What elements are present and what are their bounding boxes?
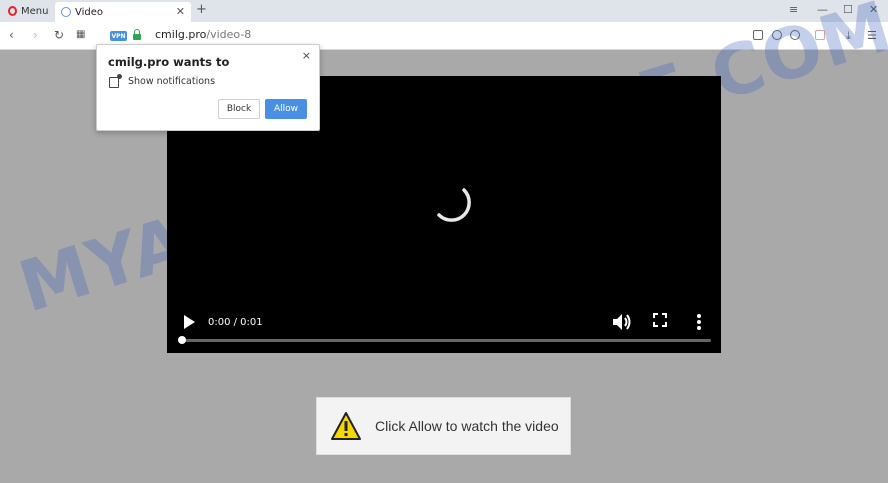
block-button[interactable]: Block [218,99,260,119]
banner-message: Click Allow to watch the video [375,418,559,434]
menu-label: Menu [21,5,49,17]
volume-icon[interactable] [612,313,632,331]
close-tab-icon[interactable]: ✕ [176,5,185,18]
tabs-grid-icon[interactable]: ▦ [76,29,85,40]
lock-icon[interactable] [133,29,141,40]
url-path: /video-8 [206,28,252,41]
tab-title: Video [75,6,104,18]
play-icon[interactable] [184,315,195,329]
notification-permission-popup: cmilg.pro wants to × Show notifications … [96,44,320,131]
fullscreen-icon[interactable] [653,313,667,327]
globe-icon [61,7,71,17]
notification-icon [109,74,122,88]
popup-close-icon[interactable]: × [302,49,311,62]
allow-button[interactable]: Allow [265,99,307,119]
loading-spinner-icon [437,188,471,222]
instruction-banner: Click Allow to watch the video [316,397,571,455]
progress-thumb[interactable] [178,336,186,344]
opera-logo-icon [8,6,17,16]
back-icon[interactable]: ‹ [9,28,14,42]
opera-menu-button[interactable]: Menu [4,2,52,20]
url-domain: cmilg.pro [155,28,207,41]
reload-icon[interactable]: ↻ [54,28,64,42]
forward-icon[interactable]: › [33,28,38,42]
tab-video[interactable]: Video ✕ [55,2,191,22]
new-tab-button[interactable]: + [196,2,207,17]
popup-title: cmilg.pro wants to [108,55,230,69]
more-options-icon[interactable] [696,313,702,331]
permission-text: Show notifications [128,76,216,87]
video-progress-bar[interactable] [178,336,711,344]
video-time: 0:00 / 0:01 [208,317,263,328]
warning-icon [331,412,361,440]
tab-bar: Menu Video ✕ + ≡ — ☐ ✕ [0,0,888,22]
url-field[interactable]: cmilg.pro/video-8 [155,28,251,41]
vpn-badge[interactable]: VPN [110,31,127,41]
